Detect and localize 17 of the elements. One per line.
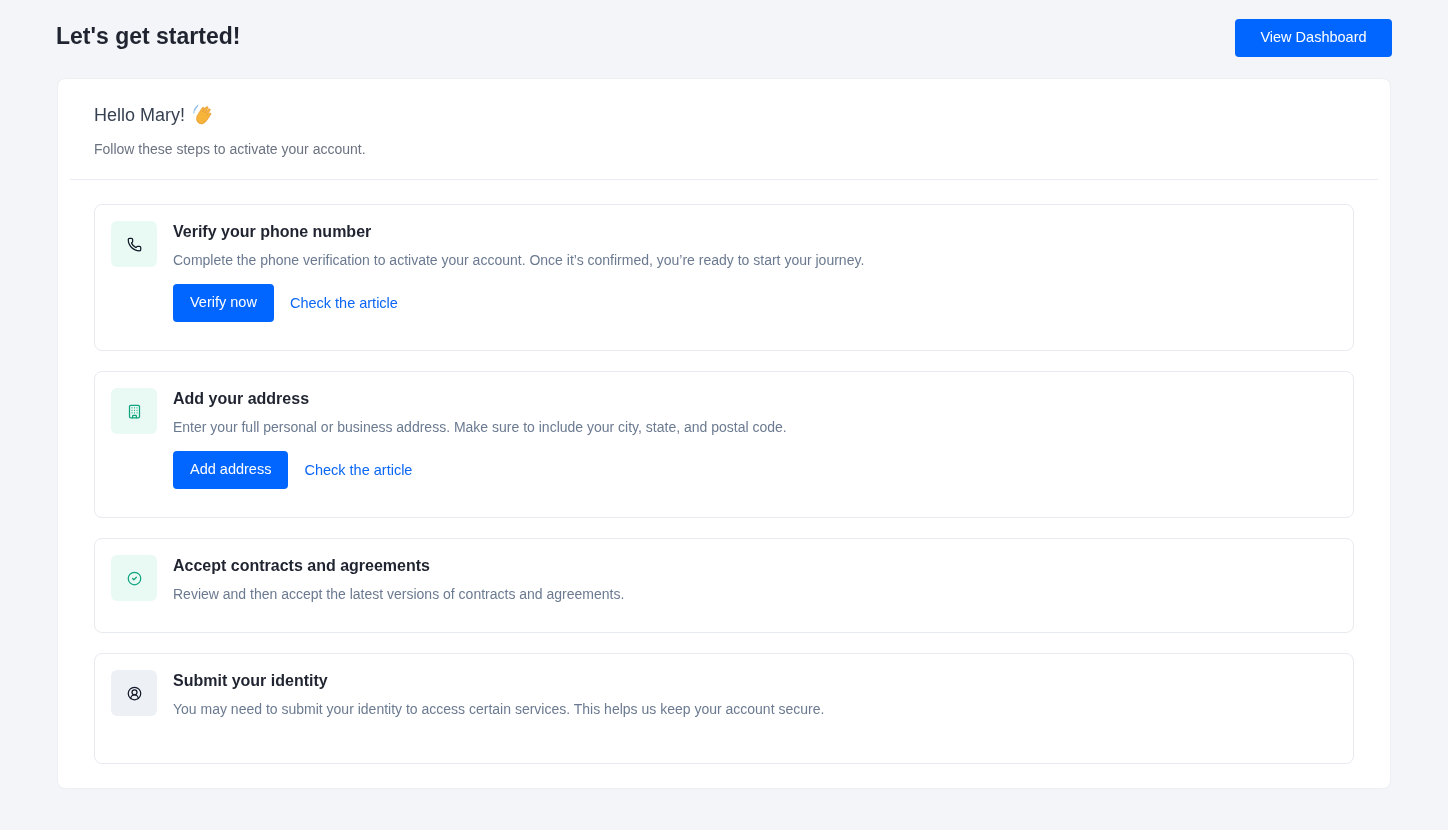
step-description: Enter your full personal or business address. Make sure to include your city, state, and postal code. bbox=[173, 418, 787, 437]
step-title: Accept contracts and agreements bbox=[173, 556, 431, 576]
greeting: Hello Mary! bbox=[94, 104, 186, 127]
page-title: Let's get started! bbox=[56, 22, 241, 51]
waving-hand-icon bbox=[193, 104, 214, 126]
article-link[interactable]: Check the article bbox=[304, 460, 413, 482]
step-title: Submit your identity bbox=[173, 671, 329, 691]
step-action-button[interactable]: Verify now bbox=[173, 284, 274, 322]
article-link[interactable]: Check the article bbox=[289, 293, 398, 315]
step-title: Verify your phone number bbox=[173, 222, 373, 242]
step-action-button[interactable]: Add address bbox=[173, 451, 289, 489]
step-title: Add your address bbox=[173, 389, 311, 409]
intro-text: Follow these steps to activate your account. bbox=[94, 140, 367, 159]
step-description: Review and then accept the latest versions of contracts and agreements. bbox=[173, 585, 625, 604]
step-description: Complete the phone verification to activate your account. Once it’s confirmed, you’re ready to start your journey. bbox=[173, 251, 865, 270]
view-dashboard-button[interactable]: View Dashboard bbox=[1235, 19, 1392, 57]
step-description: You may need to submit your identity to access certain services. This helps us keep your account secure. bbox=[173, 700, 825, 719]
